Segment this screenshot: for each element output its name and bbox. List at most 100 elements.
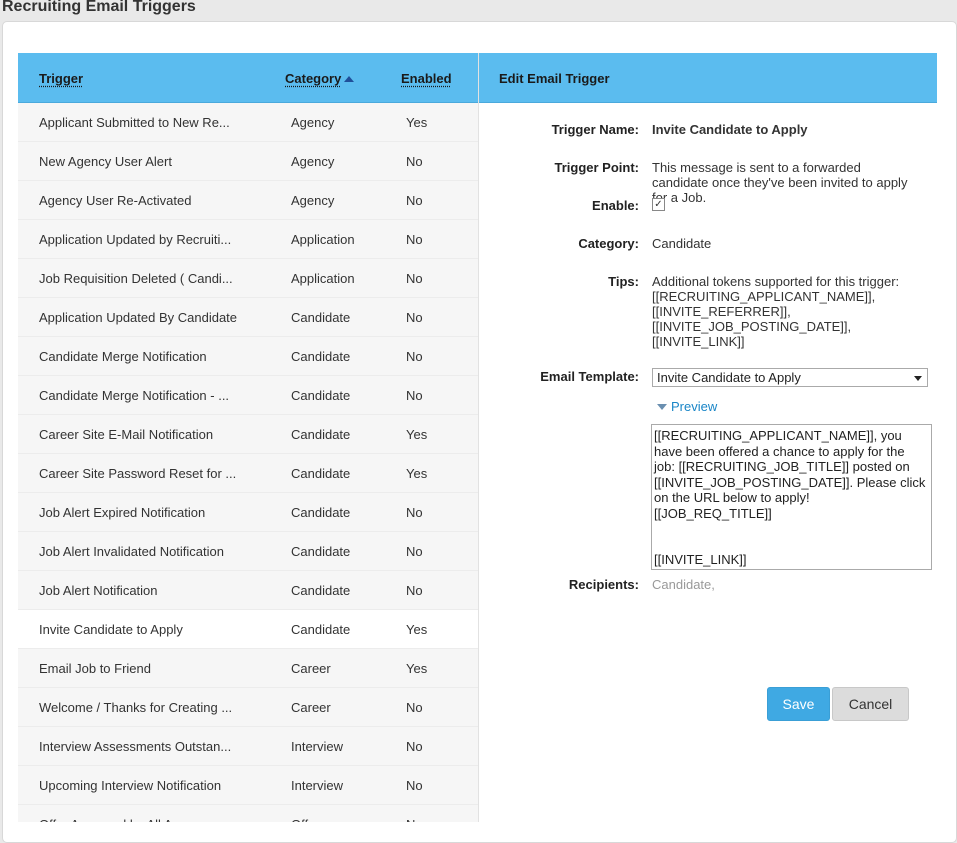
category-cell: Agency xyxy=(291,115,335,130)
trigger-cell: Email Job to Friend xyxy=(39,661,151,676)
trigger-cell: Career Site Password Reset for ... xyxy=(39,466,237,481)
enabled-cell: Yes xyxy=(406,622,428,637)
category-cell: Candidate xyxy=(291,349,351,364)
trigger-cell: Invite Candidate to Apply xyxy=(39,622,183,637)
category-cell: Agency xyxy=(291,154,335,169)
table-row[interactable]: New Agency User Alert Agency No xyxy=(18,142,478,181)
template-body-textarea[interactable]: [[RECRUITING_APPLICANT_NAME]], you have … xyxy=(651,424,932,570)
trigger-name-label: Trigger Name: xyxy=(551,122,639,137)
email-template-select[interactable]: Invite Candidate to Apply xyxy=(652,368,928,387)
trigger-cell: Application Updated By Candidate xyxy=(39,310,238,325)
trigger-list: Trigger Category Enabled Applicant Submi… xyxy=(18,53,479,822)
table-row[interactable]: Email Job to Friend Career Yes xyxy=(18,649,478,688)
trigger-cell: Application Updated by Recruiti... xyxy=(39,232,232,247)
category-label: Category: xyxy=(578,236,639,251)
trigger-rows: Applicant Submitted to New Re... Agency Ye… xyxy=(18,103,478,822)
table-row[interactable]: Upcoming Interview Notification Interview… xyxy=(18,766,478,805)
enabled-cell: No xyxy=(406,544,423,559)
list-header: Trigger Category Enabled xyxy=(18,53,478,103)
table-row[interactable]: Career Site Password Reset for ... Candid… xyxy=(18,454,478,493)
enabled-cell: No xyxy=(406,700,423,715)
column-header-category[interactable]: Category xyxy=(285,71,355,86)
enabled-cell: No xyxy=(406,193,423,208)
category-cell: Candidate xyxy=(291,310,351,325)
category-value: Candidate xyxy=(652,236,712,251)
table-row[interactable]: Application Updated by Recruiti... Applic… xyxy=(18,220,478,259)
table-row[interactable]: Interview Assessments Outstan... Intervie… xyxy=(18,727,478,766)
trigger-cell: Offer Approved by All Approvers xyxy=(39,817,244,822)
column-header-enabled[interactable]: Enabled xyxy=(401,71,452,86)
category-cell: Candidate xyxy=(291,388,351,403)
edit-trigger-panel: Edit Email Trigger Trigger Name: Invite … xyxy=(479,53,937,822)
table-row[interactable]: Applicant Submitted to New Re... Agency Ye… xyxy=(18,103,478,142)
table-row[interactable]: Candidate Merge Notification Candidate No xyxy=(18,337,478,376)
category-cell: Candidate xyxy=(291,505,351,520)
cancel-button[interactable]: Cancel xyxy=(832,687,909,721)
trigger-cell: Job Alert Expired Notification xyxy=(39,505,206,520)
trigger-cell: Agency User Re-Activated xyxy=(39,193,192,208)
recipients-value: Candidate, xyxy=(652,577,715,592)
category-cell: Interview xyxy=(291,739,344,754)
trigger-cell: Candidate Merge Notification - ... xyxy=(39,388,230,403)
enabled-cell: No xyxy=(406,739,423,754)
table-row[interactable]: Job Alert Expired Notification Candidate N… xyxy=(18,493,478,532)
recipients-label: Recipients: xyxy=(568,577,639,592)
table-row[interactable]: Job Alert Invalidated Notification Candid… xyxy=(18,532,478,571)
table-row[interactable]: Invite Candidate to Apply Candidate Yes xyxy=(18,610,478,649)
category-cell: Offer xyxy=(291,817,320,822)
table-row[interactable]: Offer Approved by All Approvers Offer No xyxy=(18,805,478,822)
enabled-cell: No xyxy=(406,154,423,169)
enabled-cell: No xyxy=(406,817,423,822)
enable-checkbox[interactable]: ✓ xyxy=(652,198,665,211)
column-header-trigger[interactable]: Trigger xyxy=(39,71,83,86)
enabled-cell: No xyxy=(406,778,423,793)
category-cell: Career xyxy=(291,661,331,676)
tips-value: Additional tokens supported for this tri… xyxy=(652,274,900,349)
column-header-category-label: Category xyxy=(285,71,342,86)
page-title: Recruiting Email Triggers xyxy=(2,0,196,15)
category-cell: Agency xyxy=(291,193,335,208)
category-cell: Application xyxy=(291,232,355,247)
trigger-cell: Job Alert Invalidated Notification xyxy=(39,544,224,559)
enabled-cell: No xyxy=(406,388,423,403)
trigger-cell: Candidate Merge Notification xyxy=(39,349,207,364)
trigger-point-value: This message is sent to a forwarded cand… xyxy=(652,160,908,205)
table-row[interactable]: Job Requisition Deleted ( Candi... Applic… xyxy=(18,259,478,298)
category-cell: Candidate xyxy=(291,544,351,559)
enabled-cell: No xyxy=(406,583,423,598)
sort-ascending-icon xyxy=(344,76,355,82)
table-row[interactable]: Candidate Merge Notification - ... Candid… xyxy=(18,376,478,415)
table-row[interactable]: Application Updated By Candidate Candidat… xyxy=(18,298,478,337)
category-cell: Candidate xyxy=(291,622,351,637)
table-row[interactable]: Agency User Re-Activated Agency No xyxy=(18,181,478,220)
trigger-cell: Job Alert Notification xyxy=(39,583,158,598)
table-row[interactable]: Career Site E-Mail Notification Candidate… xyxy=(18,415,478,454)
trigger-cell: Job Requisition Deleted ( Candi... xyxy=(39,271,233,286)
enable-label: Enable: xyxy=(592,198,639,213)
preview-label: Preview xyxy=(671,399,718,414)
category-cell: Career xyxy=(291,700,331,715)
trigger-name-value: Invite Candidate to Apply xyxy=(652,122,808,137)
enabled-cell: No xyxy=(406,232,423,247)
enabled-cell: Yes xyxy=(406,661,428,676)
category-cell: Candidate xyxy=(291,427,351,442)
enabled-cell: No xyxy=(406,349,423,364)
enabled-cell: Yes xyxy=(406,115,428,130)
category-cell: Application xyxy=(291,271,355,286)
table-row[interactable]: Job Alert Notification Candidate No xyxy=(18,571,478,610)
table-row[interactable]: Welcome / Thanks for Creating ... Career N… xyxy=(18,688,478,727)
category-cell: Candidate xyxy=(291,466,351,481)
enabled-cell: Yes xyxy=(406,466,428,481)
trigger-cell: Interview Assessments Outstan... xyxy=(39,739,232,754)
category-cell: Interview xyxy=(291,778,344,793)
enabled-cell: No xyxy=(406,310,423,325)
trigger-cell: Upcoming Interview Notification xyxy=(39,778,222,793)
trigger-point-label: Trigger Point: xyxy=(554,160,640,175)
preview-toggle[interactable]: Preview xyxy=(657,399,717,414)
enabled-cell: No xyxy=(406,505,423,520)
editor-title: Edit Email Trigger xyxy=(499,71,610,86)
save-button[interactable]: Save xyxy=(767,687,830,721)
category-cell: Candidate xyxy=(291,583,351,598)
email-template-selected: Invite Candidate to Apply xyxy=(657,370,801,385)
enabled-cell: Yes xyxy=(406,427,428,442)
